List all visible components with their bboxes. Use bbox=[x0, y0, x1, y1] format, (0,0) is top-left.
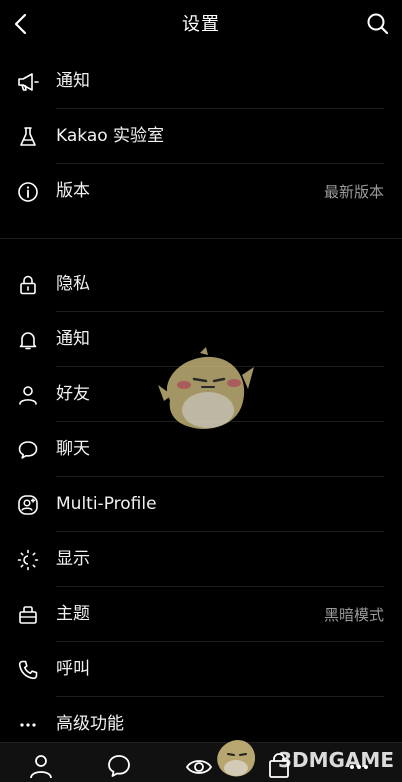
mascot-watermark bbox=[150, 345, 260, 440]
watermark-text: 3DMGAME bbox=[278, 748, 394, 772]
settings-item-display[interactable]: 显示 bbox=[0, 532, 402, 587]
lock-icon bbox=[16, 273, 40, 297]
watermark-logo bbox=[210, 734, 260, 782]
tab-chats[interactable] bbox=[104, 751, 134, 781]
tab-friends[interactable] bbox=[26, 751, 56, 781]
settings-item-label: 主题 bbox=[56, 604, 90, 624]
settings-item-label: 高级功能 bbox=[56, 714, 124, 734]
settings-item-version[interactable]: 版本 最新版本 bbox=[0, 164, 402, 219]
multi-profile-icon bbox=[16, 493, 40, 517]
settings-item-label: Multi-Profile bbox=[56, 494, 157, 514]
settings-item-theme[interactable]: 主题 黑暗模式 bbox=[0, 587, 402, 642]
sun-icon bbox=[16, 548, 40, 572]
person-icon bbox=[16, 383, 40, 407]
settings-item-label: 版本 bbox=[56, 181, 90, 201]
person-icon bbox=[30, 755, 52, 779]
chat-bubble-icon bbox=[16, 438, 40, 462]
more-icon bbox=[16, 713, 40, 737]
settings-item-label: 隐私 bbox=[56, 274, 90, 294]
phone-icon bbox=[16, 658, 40, 682]
bell-icon bbox=[16, 328, 40, 352]
settings-item-label: Kakao 实验室 bbox=[56, 126, 165, 146]
search-button[interactable] bbox=[362, 8, 394, 40]
chat-bubble-icon bbox=[108, 755, 130, 777]
settings-item-label: 好友 bbox=[56, 384, 90, 404]
header-bar: 设置 bbox=[0, 0, 402, 48]
settings-item-label: 显示 bbox=[56, 549, 90, 569]
page-title: 设置 bbox=[182, 14, 220, 35]
search-icon bbox=[367, 13, 389, 35]
megaphone-icon bbox=[16, 70, 40, 94]
version-status: 最新版本 bbox=[323, 183, 384, 201]
section-divider bbox=[0, 238, 402, 239]
theme-icon bbox=[16, 603, 40, 627]
settings-item-multi-profile[interactable]: Multi-Profile bbox=[0, 477, 402, 532]
settings-item-call[interactable]: 呼叫 bbox=[0, 642, 402, 697]
settings-item-label: 通知 bbox=[56, 71, 90, 91]
flask-icon bbox=[16, 125, 40, 149]
settings-item-kakao-lab[interactable]: Kakao 实验室 bbox=[0, 109, 402, 164]
theme-status: 黑暗模式 bbox=[323, 606, 384, 624]
settings-item-label: 聊天 bbox=[56, 439, 90, 459]
settings-item-label: 通知 bbox=[56, 329, 90, 349]
settings-item-label: 呼叫 bbox=[56, 659, 90, 679]
settings-item-privacy[interactable]: 隐私 bbox=[0, 257, 402, 312]
settings-item-notice[interactable]: 通知 bbox=[0, 54, 402, 109]
info-icon bbox=[16, 180, 40, 204]
